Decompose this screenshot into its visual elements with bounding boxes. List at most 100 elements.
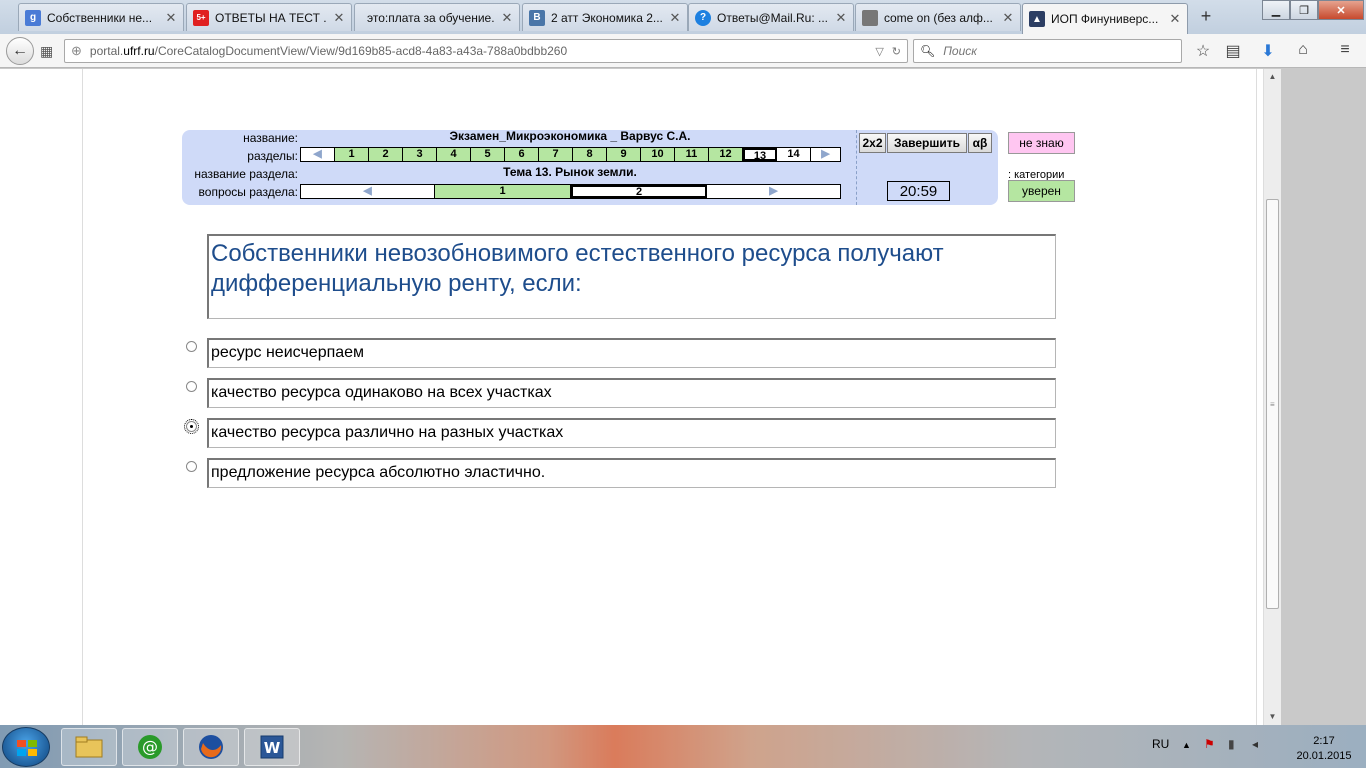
home-icon[interactable]: ⌂ bbox=[1292, 41, 1314, 59]
tab-label: Собственники не... bbox=[47, 10, 153, 25]
network-icon[interactable]: ▮ bbox=[1228, 737, 1235, 751]
section-3[interactable]: 3 bbox=[403, 148, 437, 161]
question-selector: ◀ 1 2 ▶ bbox=[300, 184, 841, 199]
tab-close-icon[interactable]: ✕ bbox=[669, 10, 681, 26]
answer-radio-4[interactable] bbox=[186, 461, 197, 472]
scroll-down-arrow-icon[interactable]: ▼ bbox=[1264, 709, 1281, 725]
dropdown-arrow-icon[interactable]: ▽ bbox=[875, 45, 883, 58]
tab-3[interactable]: это:плата за обучение... ✕ bbox=[354, 3, 520, 31]
tab-6[interactable]: come on (без алф... ✕ bbox=[855, 3, 1021, 31]
svg-text:W: W bbox=[264, 739, 281, 757]
section-1[interactable]: 1 bbox=[335, 148, 369, 161]
answer-option-3[interactable]: качество ресурса различно на разных учас… bbox=[207, 418, 1056, 448]
tab-2[interactable]: 5+ ОТВЕТЫ НА ТЕСТ ... ✕ bbox=[186, 3, 352, 31]
question-1[interactable]: 1 bbox=[435, 185, 571, 198]
download-icon[interactable]: ⬇ bbox=[1257, 41, 1279, 61]
alpha-beta-button[interactable]: αβ bbox=[968, 133, 992, 153]
back-arrow-icon[interactable]: ← bbox=[6, 37, 34, 65]
tab-close-icon[interactable]: ✕ bbox=[1002, 10, 1014, 26]
word-taskbar-icon[interactable]: W bbox=[244, 728, 300, 766]
restore-icon[interactable]: ❐ bbox=[1290, 0, 1318, 20]
section-prev-arrow-icon[interactable]: ◀ bbox=[301, 148, 335, 161]
section-4[interactable]: 4 bbox=[437, 148, 471, 161]
action-center-flag-icon[interactable]: ⚑ bbox=[1204, 737, 1215, 751]
question-2-current[interactable]: 2 bbox=[571, 185, 707, 198]
tab-7-active[interactable]: ▲ ИОП Финуниверс... ✕ bbox=[1022, 3, 1188, 34]
scroll-up-arrow-icon[interactable]: ▲ bbox=[1264, 69, 1281, 85]
close-window-icon[interactable]: ✕ bbox=[1318, 0, 1364, 20]
grid-icon[interactable]: ▦ bbox=[40, 43, 53, 60]
tab-close-icon[interactable]: ✕ bbox=[333, 10, 345, 26]
tab-close-icon[interactable]: ✕ bbox=[835, 10, 847, 26]
vertical-scrollbar[interactable]: ▲ ≡ ▼ bbox=[1263, 69, 1281, 725]
answer-radio-3-selected[interactable] bbox=[184, 419, 199, 434]
section-11[interactable]: 11 bbox=[675, 148, 709, 161]
reload-icon[interactable]: ↻ bbox=[892, 45, 901, 58]
section-14[interactable]: 14 bbox=[777, 148, 811, 161]
graduation-cap-favicon-icon: ▲ bbox=[1029, 11, 1045, 27]
section-selector: ◀ 1 2 3 4 5 6 7 8 9 10 11 12 13 14 ▶ bbox=[300, 147, 841, 162]
section-10[interactable]: 10 bbox=[641, 148, 675, 161]
tab-close-icon[interactable]: ✕ bbox=[165, 10, 177, 26]
vk-favicon-icon: B bbox=[529, 9, 545, 26]
section-9[interactable]: 9 bbox=[607, 148, 641, 161]
file-explorer-taskbar-icon[interactable] bbox=[61, 728, 117, 766]
question-favicon-icon: ? bbox=[695, 9, 711, 26]
section-5[interactable]: 5 bbox=[471, 148, 505, 161]
url-text: portal.ufrf.ru/CoreCatalogDocumentView/V… bbox=[89, 44, 568, 58]
section-6[interactable]: 6 bbox=[505, 148, 539, 161]
hint-2x2-button[interactable]: 2x2 bbox=[859, 133, 886, 153]
new-tab-plus-icon[interactable]: + bbox=[1196, 6, 1216, 27]
tab-5[interactable]: ? Ответы@Mail.Ru: ... ✕ bbox=[688, 3, 854, 31]
dont-know-button[interactable]: не знаю bbox=[1008, 132, 1075, 154]
answer-option-4[interactable]: предложение ресурса абсолютно эластично. bbox=[207, 458, 1056, 488]
start-button[interactable] bbox=[2, 727, 50, 767]
sure-button[interactable]: уверен bbox=[1008, 180, 1075, 202]
answer-radio-1[interactable] bbox=[186, 341, 197, 352]
section-12[interactable]: 12 bbox=[709, 148, 743, 161]
photo-favicon-icon bbox=[862, 9, 878, 26]
mail-agent-taskbar-icon[interactable]: @ bbox=[122, 728, 178, 766]
label-name: название: bbox=[243, 131, 298, 145]
windows-taskbar: @ W RU ▲ ⚑ ▮ ◂ bbox=[0, 725, 1366, 768]
tab-label: ИОП Финуниверс... bbox=[1051, 12, 1159, 26]
answer-option-1[interactable]: ресурс неисчерпаем bbox=[207, 338, 1056, 368]
countdown-timer: 20:59 bbox=[887, 181, 950, 201]
language-indicator[interactable]: RU bbox=[1152, 737, 1169, 751]
section-next-arrow-icon[interactable]: ▶ bbox=[811, 148, 840, 161]
tab-1[interactable]: g Собственники не... ✕ bbox=[18, 3, 184, 31]
address-bar[interactable]: ⊕ portal.ufrf.ru/CoreCatalogDocumentView… bbox=[64, 39, 908, 63]
search-input[interactable] bbox=[941, 43, 1162, 59]
panel-divider bbox=[856, 130, 857, 205]
search-box[interactable]: 🔍︎ bbox=[913, 39, 1182, 63]
answer-option-2[interactable]: качество ресурса одинаково на всех участ… bbox=[207, 378, 1056, 408]
bookmark-star-icon[interactable]: ☆ bbox=[1192, 41, 1214, 61]
minimize-icon[interactable]: ▁ bbox=[1262, 0, 1290, 20]
volume-icon[interactable]: ◂ bbox=[1252, 737, 1258, 751]
menu-icon[interactable]: ≡ bbox=[1334, 41, 1356, 59]
question-prev-arrow-icon[interactable]: ◀ bbox=[301, 185, 435, 198]
tab-4[interactable]: B 2 атт Экономика 2... ✕ bbox=[522, 3, 688, 31]
answer-radio-2[interactable] bbox=[186, 381, 197, 392]
scroll-thumb[interactable]: ≡ bbox=[1266, 199, 1279, 609]
section-7[interactable]: 7 bbox=[539, 148, 573, 161]
tab-close-icon[interactable]: ✕ bbox=[501, 10, 513, 26]
tab-label: это:плата за обучение... bbox=[367, 10, 495, 25]
clock-date: 20.01.2015 bbox=[1296, 750, 1352, 762]
section-8[interactable]: 8 bbox=[573, 148, 607, 161]
section-13-current[interactable]: 13 bbox=[743, 148, 777, 162]
question-next-arrow-icon[interactable]: ▶ bbox=[707, 185, 840, 198]
section-2[interactable]: 2 bbox=[369, 148, 403, 161]
exam-title: Экзамен_Микроэкономика _ Варвус С.А. bbox=[449, 129, 691, 143]
tab-label: 2 атт Экономика 2... bbox=[551, 10, 663, 25]
tray-expand-arrow-icon[interactable]: ▲ bbox=[1182, 740, 1191, 750]
label-section-questions: вопросы раздела: bbox=[198, 185, 298, 199]
finish-button[interactable]: Завершить bbox=[887, 133, 967, 153]
clock-time: 2:17 bbox=[1313, 735, 1335, 747]
firefox-taskbar-icon[interactable] bbox=[183, 728, 239, 766]
question-text: Собственники невозобновимого естественно… bbox=[207, 234, 1056, 319]
system-clock[interactable]: 2:17 20.01.2015 bbox=[1286, 734, 1362, 764]
windows-logo-icon bbox=[17, 740, 37, 756]
tab-close-icon[interactable]: ✕ bbox=[1169, 11, 1181, 27]
bookmarks-list-icon[interactable]: ▤ bbox=[1222, 41, 1244, 61]
